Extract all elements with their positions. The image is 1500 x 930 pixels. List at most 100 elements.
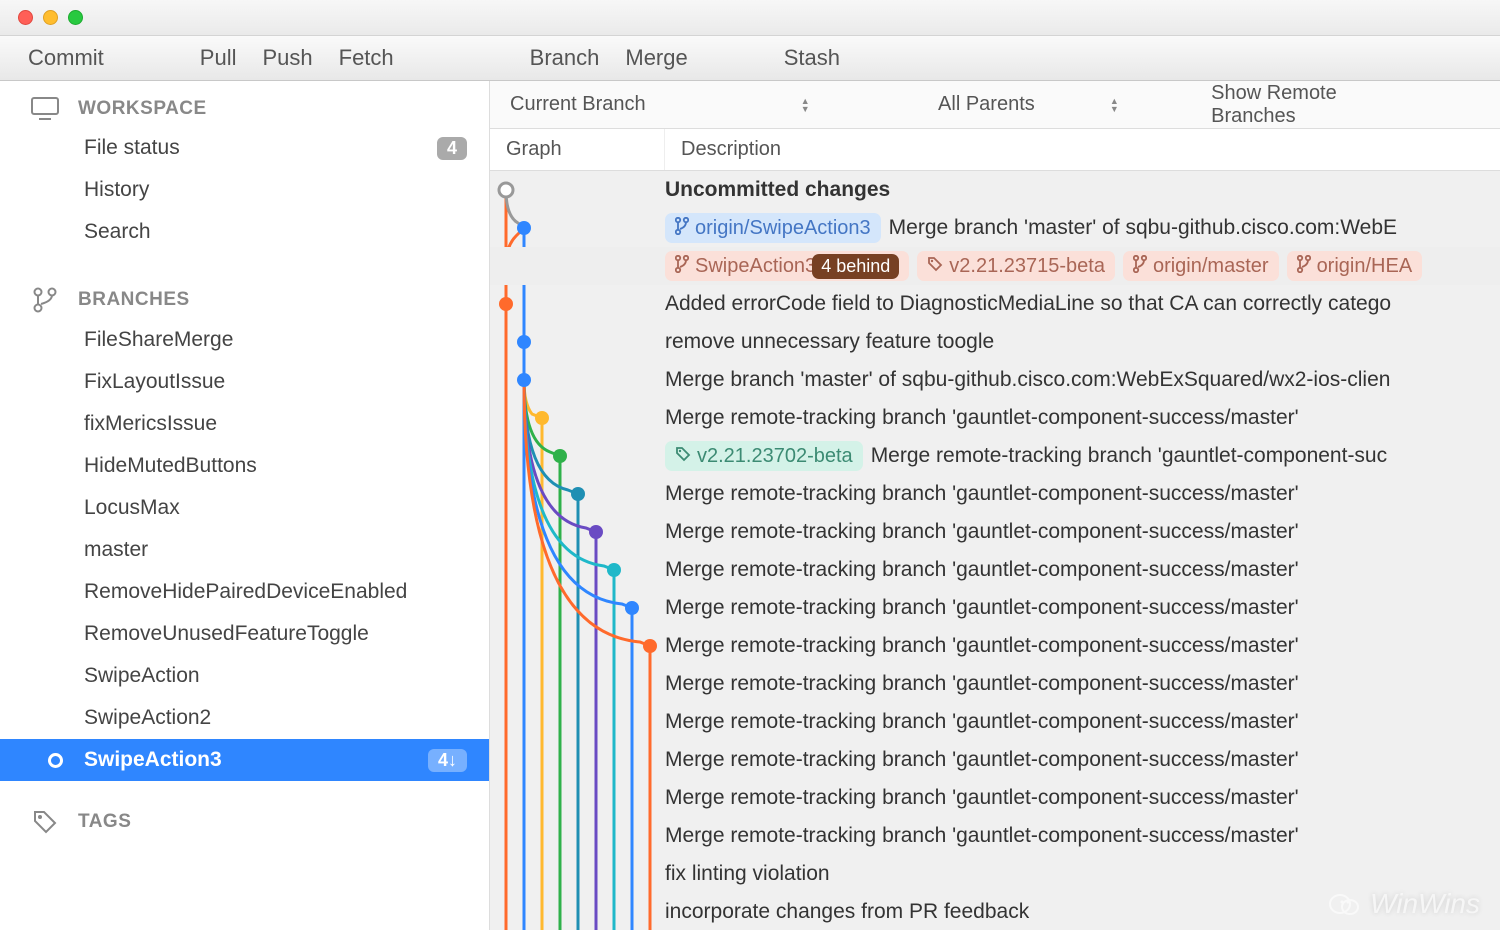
content: Current Branch All Parents Show Remote B… (490, 81, 1500, 930)
fetch-button[interactable]: Fetch (339, 45, 394, 71)
branch-button[interactable]: Branch (530, 45, 600, 71)
ref-badge[interactable]: origin/HEA (1287, 251, 1423, 281)
commit-message: Merge remote-tracking branch 'gauntlet-c… (665, 672, 1299, 696)
sidebar-history[interactable]: History (0, 169, 489, 211)
sidebar-branch-fixmericsissue[interactable]: fixMericsIssue (0, 403, 489, 445)
column-graph[interactable]: Graph (490, 129, 665, 170)
sidebar-branch-hidemutedbuttons[interactable]: HideMutedButtons (0, 445, 489, 487)
commit-row[interactable]: Added errorCode field to DiagnosticMedia… (490, 285, 1500, 323)
commit-message: Uncommitted changes (665, 178, 890, 202)
monitor-icon (30, 97, 60, 121)
sidebar-item-label: History (84, 178, 149, 202)
current-branch-icon (48, 753, 63, 768)
commit-row[interactable]: Merge remote-tracking branch 'gauntlet-c… (490, 779, 1500, 817)
commit-row[interactable]: SwipeAction34 behind v2.21.23715-beta orig… (490, 247, 1500, 285)
current-branch-select[interactable]: Current Branch (510, 93, 878, 116)
sidebar-item-label: SwipeAction2 (84, 706, 211, 730)
sidebar-branch-swipeaction2[interactable]: SwipeAction2 (0, 697, 489, 739)
commit-message: Merge remote-tracking branch 'gauntlet-c… (665, 406, 1299, 430)
sidebar-item-label: HideMutedButtons (84, 454, 257, 478)
sidebar-file-status[interactable]: File status 4 (0, 127, 489, 169)
ref-badge[interactable]: origin/master (1123, 251, 1279, 281)
sidebar-item-label: SwipeAction (84, 664, 200, 688)
sidebar-branch-filesharemerge[interactable]: FileShareMerge (0, 319, 489, 361)
sidebar-item-label: RemoveHidePairedDeviceEnabled (84, 580, 407, 604)
sidebar-item-label: SwipeAction3 (84, 748, 222, 772)
commit-row[interactable]: Merge remote-tracking branch 'gauntlet-c… (490, 513, 1500, 551)
watermark: WinWins (1328, 888, 1480, 920)
branch-icon (675, 255, 689, 278)
sidebar-item-label: master (84, 538, 148, 562)
commit-message: Merge remote-tracking branch 'gauntlet-c… (665, 482, 1299, 506)
merge-button[interactable]: Merge (625, 45, 687, 71)
branch-icon (30, 287, 60, 313)
column-description[interactable]: Description (665, 138, 1500, 161)
commit-message: Merge remote-tracking branch 'gauntlet-c… (665, 634, 1299, 658)
sidebar-branch-swipeaction[interactable]: SwipeAction (0, 655, 489, 697)
ref-label: v2.21.23702-beta (697, 445, 853, 468)
ref-badge[interactable]: v2.21.23702-beta (665, 441, 863, 471)
branches-section[interactable]: BRANCHES (0, 271, 489, 319)
sidebar-branch-removehidepaireddeviceenabled[interactable]: RemoveHidePairedDeviceEnabled (0, 571, 489, 613)
commit-row[interactable]: Merge remote-tracking branch 'gauntlet-c… (490, 703, 1500, 741)
commit-row[interactable]: Merge branch 'master' of sqbu-github.cis… (490, 361, 1500, 399)
commit-row[interactable]: v2.21.23702-betaMerge remote-tracking br… (490, 437, 1500, 475)
commit-row[interactable]: Merge remote-tracking branch 'gauntlet-c… (490, 399, 1500, 437)
traffic-lights (18, 10, 83, 25)
commit-button[interactable]: Commit (28, 45, 104, 71)
sidebar: WORKSPACE File status 4 History Search B… (0, 81, 490, 930)
commit-row[interactable]: Merge remote-tracking branch 'gauntlet-c… (490, 551, 1500, 589)
commit-row[interactable]: origin/SwipeAction3Merge branch 'master'… (490, 209, 1500, 247)
ref-badge[interactable]: origin/SwipeAction3 (665, 213, 881, 243)
sidebar-branch-fixlayoutissue[interactable]: FixLayoutIssue (0, 361, 489, 403)
filter-bar: Current Branch All Parents Show Remote B… (490, 81, 1500, 129)
pull-button[interactable]: Pull (200, 45, 237, 71)
tag-icon (30, 809, 60, 835)
commit-row[interactable]: Merge remote-tracking branch 'gauntlet-c… (490, 741, 1500, 779)
show-remote-label: Show Remote Branches (1211, 82, 1420, 128)
branches-label: BRANCHES (78, 289, 190, 311)
sidebar-item-label: File status (84, 136, 180, 160)
commit-message: fix linting violation (665, 862, 830, 886)
commit-message: Merge remote-tracking branch 'gauntlet-c… (665, 710, 1299, 734)
ref-label: origin/HEA (1317, 255, 1413, 278)
commit-row[interactable]: Merge remote-tracking branch 'gauntlet-c… (490, 665, 1500, 703)
commit-message: incorporate changes from PR feedback (665, 900, 1029, 924)
sidebar-branch-master[interactable]: master (0, 529, 489, 571)
sidebar-item-label: FixLayoutIssue (84, 370, 225, 394)
commit-message: Added errorCode field to DiagnosticMedia… (665, 292, 1391, 316)
sidebar-item-label: fixMericsIssue (84, 412, 217, 436)
sidebar-branch-swipeaction3[interactable]: SwipeAction34↓ (0, 739, 489, 781)
updown-icon (786, 97, 806, 113)
tag-icon (675, 446, 691, 467)
commit-row[interactable]: Merge remote-tracking branch 'gauntlet-c… (490, 817, 1500, 855)
stash-button[interactable]: Stash (784, 45, 840, 71)
commit-message: Merge branch 'master' of sqbu-github.cis… (665, 368, 1390, 392)
sidebar-item-label: FileShareMerge (84, 328, 233, 352)
table-header: Graph Description (490, 129, 1500, 171)
ref-badge[interactable]: SwipeAction34 behind (665, 251, 909, 281)
show-remote-select[interactable]: Show Remote Branches (1211, 82, 1420, 128)
minimize-window-button[interactable] (43, 10, 58, 25)
sidebar-branch-removeunusedfeaturetoggle[interactable]: RemoveUnusedFeatureToggle (0, 613, 489, 655)
commit-row[interactable]: Merge remote-tracking branch 'gauntlet-c… (490, 475, 1500, 513)
commit-row[interactable]: Uncommitted changes (490, 171, 1500, 209)
sidebar-item-label: LocusMax (84, 496, 180, 520)
toolbar: Commit Pull Push Fetch Branch Merge Stas… (0, 36, 1500, 81)
commit-row[interactable]: Merge remote-tracking branch 'gauntlet-c… (490, 627, 1500, 665)
branch-icon (1133, 255, 1147, 278)
sidebar-branch-locusmax[interactable]: LocusMax (0, 487, 489, 529)
close-window-button[interactable] (18, 10, 33, 25)
sidebar-search[interactable]: Search (0, 211, 489, 253)
commit-row[interactable]: Merge remote-tracking branch 'gauntlet-c… (490, 589, 1500, 627)
branch-icon (1297, 255, 1311, 278)
commit-row[interactable]: remove unnecessary feature toogle (490, 323, 1500, 361)
commit-list: Uncommitted changesorigin/SwipeAction3Me… (490, 171, 1500, 930)
all-parents-select[interactable]: All Parents (938, 93, 1151, 116)
commit-message: Merge remote-tracking branch 'gauntlet-c… (665, 520, 1299, 544)
push-button[interactable]: Push (262, 45, 312, 71)
workspace-section[interactable]: WORKSPACE (0, 81, 489, 127)
ref-badge[interactable]: v2.21.23715-beta (917, 251, 1115, 281)
zoom-window-button[interactable] (68, 10, 83, 25)
tags-section[interactable]: TAGS (0, 793, 489, 841)
